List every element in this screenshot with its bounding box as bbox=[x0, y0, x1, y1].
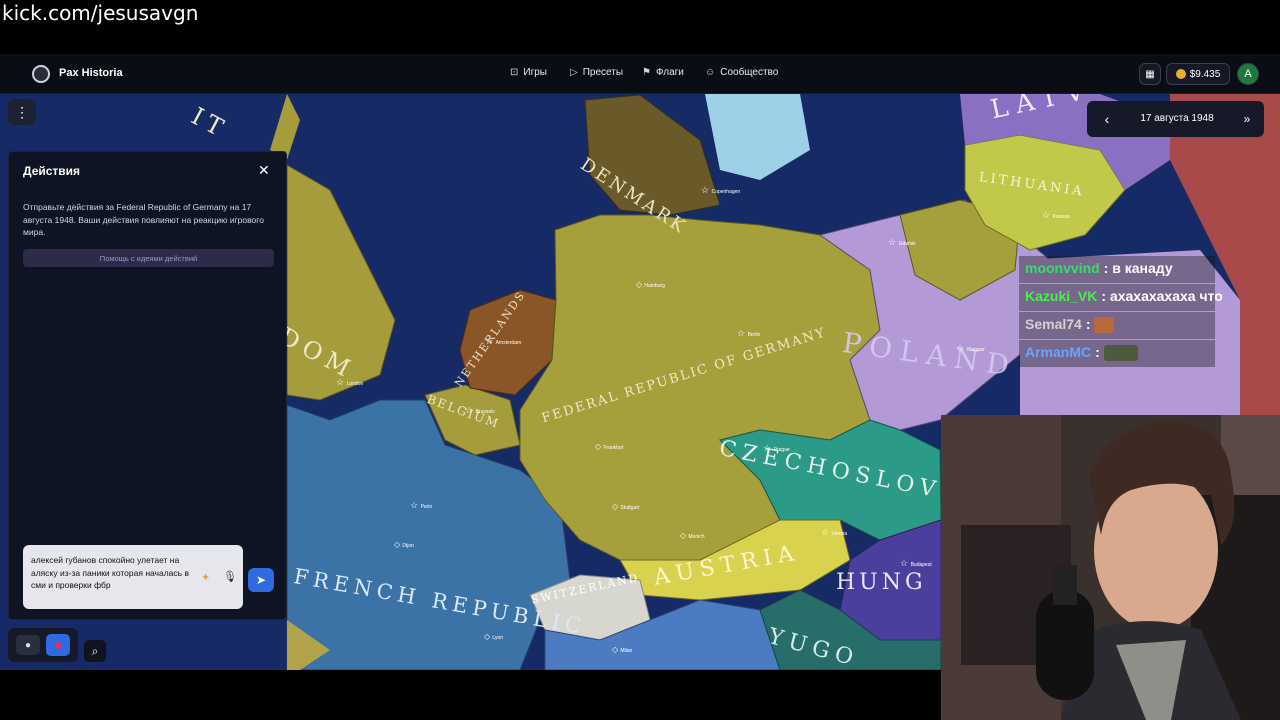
gift-icon: ▦ bbox=[1145, 68, 1155, 80]
nav-community-label: Сообщество bbox=[720, 67, 779, 78]
city-copenhagen[interactable]: ☆ Copenhagen bbox=[701, 185, 740, 196]
chat-message: Kazuki_VK: ахахахахаха что bbox=[1019, 284, 1223, 311]
bolt-icon: ◆ bbox=[54, 639, 62, 651]
coin-icon bbox=[1175, 69, 1186, 79]
sparkle-icon[interactable]: ✦ bbox=[201, 571, 210, 584]
chat-message: ArmanMC: bbox=[1019, 340, 1215, 367]
action-input[interactable]: алексей губанов спокойно улетает на аляс… bbox=[23, 545, 243, 609]
city-london[interactable]: ☆ London bbox=[336, 377, 363, 388]
browser-url-bar: kick.com/jesusavgn bbox=[0, 0, 1280, 54]
app-logo-icon[interactable] bbox=[32, 65, 50, 83]
more-menu-button[interactable]: ⋮ bbox=[8, 99, 36, 125]
url-text: kick.com/jesusavgn bbox=[2, 1, 199, 25]
chat-text: в канаду bbox=[1112, 260, 1173, 276]
send-button[interactable]: ➤ bbox=[248, 568, 274, 592]
city-frankfurt[interactable]: ◇ Frankfurt bbox=[595, 442, 623, 451]
chat-username: Semal74 bbox=[1025, 316, 1082, 332]
user-avatar[interactable]: A bbox=[1237, 63, 1259, 85]
stream-chat: moonvvind: в канаду Kazuki_VK: ахахахаха… bbox=[1019, 256, 1223, 368]
chat-bubble-icon: ● bbox=[24, 639, 32, 651]
city-stuttgart[interactable]: ◇ Stuttgart bbox=[612, 502, 639, 511]
nav-games-label: Игры bbox=[523, 67, 547, 78]
nav-games[interactable]: ⊡ Игры bbox=[510, 67, 547, 78]
action-input-text[interactable]: алексей губанов спокойно улетает на аляс… bbox=[31, 554, 191, 592]
emote-image bbox=[1103, 345, 1138, 362]
panel-title: Действия bbox=[23, 164, 81, 178]
screen: kick.com/jesusavgn DENMARK LATV LITHUANI… bbox=[0, 0, 1280, 720]
search-icon: ⌕ bbox=[91, 643, 99, 658]
chat-message: moonvvind: в канаду bbox=[1019, 256, 1215, 283]
webcam-image bbox=[941, 415, 1280, 720]
city-budapest[interactable]: ☆ Budapest bbox=[900, 558, 932, 569]
chat-mode-button[interactable]: ● bbox=[16, 635, 40, 655]
gamepad-icon: ⊡ bbox=[510, 67, 519, 78]
city-dijon[interactable]: ◇ Dijon bbox=[394, 540, 414, 549]
nav-flags[interactable]: ⚑ Флаги bbox=[642, 67, 684, 78]
mode-switcher: ● ◆ bbox=[8, 628, 78, 662]
chat-text: ахахахахаха что bbox=[1109, 288, 1223, 304]
help-ideas-button[interactable]: Помощь с идеями действий bbox=[23, 249, 274, 267]
chat-username: Kazuki_VK bbox=[1025, 288, 1098, 304]
city-milan[interactable]: ◇ Milan bbox=[612, 645, 632, 654]
more-vertical-icon: ⋮ bbox=[15, 103, 29, 120]
play-icon: ▷ bbox=[570, 67, 578, 78]
city-lyon[interactable]: ◇ Lyon bbox=[484, 632, 503, 641]
users-icon: ☺ bbox=[705, 67, 716, 78]
nav-flags-label: Флаги bbox=[655, 67, 684, 78]
map-label-hungary: HUNG bbox=[836, 570, 927, 595]
chat-username: ArmanMC bbox=[1025, 344, 1092, 360]
city-gdansk[interactable]: ☆ Gdańsk bbox=[888, 237, 916, 248]
city-vienna[interactable]: ☆ Vienna bbox=[821, 527, 847, 538]
actions-panel: Действия ✕ Отправьте действия за Federal… bbox=[8, 151, 287, 620]
panel-description: Отправьте действия за Federal Republic o… bbox=[23, 202, 264, 237]
flag-icon: ⚑ bbox=[642, 67, 651, 78]
map-search-button[interactable]: ⌕ bbox=[84, 640, 106, 662]
close-icon[interactable]: ✕ bbox=[258, 162, 270, 179]
city-amsterdam[interactable]: ☆ Amsterdam bbox=[485, 336, 521, 347]
city-kaunas[interactable]: ☆ Kaunas bbox=[1042, 210, 1070, 221]
city-paris[interactable]: ☆ Paris bbox=[410, 500, 432, 511]
city-hamburg[interactable]: ◇ Hamburg bbox=[636, 280, 665, 289]
city-berlin[interactable]: ☆ Berlin bbox=[737, 328, 760, 339]
app-name[interactable]: Pax Historia bbox=[59, 67, 123, 79]
top-navbar: Pax Historia ⊡ Игры ▷ Пресеты ⚑ Флаги ☺ … bbox=[0, 54, 1280, 94]
gift-button[interactable]: ▦ bbox=[1139, 63, 1161, 85]
balance-button[interactable]: $9.435 bbox=[1166, 63, 1230, 85]
fast-forward-icon[interactable]: » bbox=[1237, 109, 1257, 129]
nav-presets[interactable]: ▷ Пресеты bbox=[570, 67, 623, 78]
chevron-left-icon[interactable]: ‹ bbox=[1097, 109, 1117, 129]
date-navigator: ‹ 17 августа 1948 » bbox=[1087, 101, 1264, 137]
city-prague[interactable]: ☆ Prague bbox=[763, 443, 790, 454]
city-munich[interactable]: ◇ Munich bbox=[680, 531, 705, 540]
microphone-icon[interactable]: 🎙 bbox=[223, 570, 237, 583]
emote-image bbox=[1094, 317, 1115, 334]
chat-username: moonvvind bbox=[1025, 260, 1100, 276]
nav-presets-label: Пресеты bbox=[582, 67, 624, 78]
streamer-webcam bbox=[941, 415, 1280, 720]
send-icon: ➤ bbox=[255, 573, 267, 587]
nav-community[interactable]: ☺ Сообщество bbox=[705, 67, 778, 78]
chat-message: Semal74: bbox=[1019, 312, 1215, 339]
current-date: 17 августа 1948 bbox=[1140, 113, 1214, 124]
city-warsaw[interactable]: ☆ Warsaw bbox=[956, 343, 984, 354]
city-brussels[interactable]: ☆ Brussels bbox=[465, 405, 495, 416]
balance-value: $9.435 bbox=[1189, 68, 1221, 80]
action-mode-button[interactable]: ◆ bbox=[46, 634, 70, 656]
